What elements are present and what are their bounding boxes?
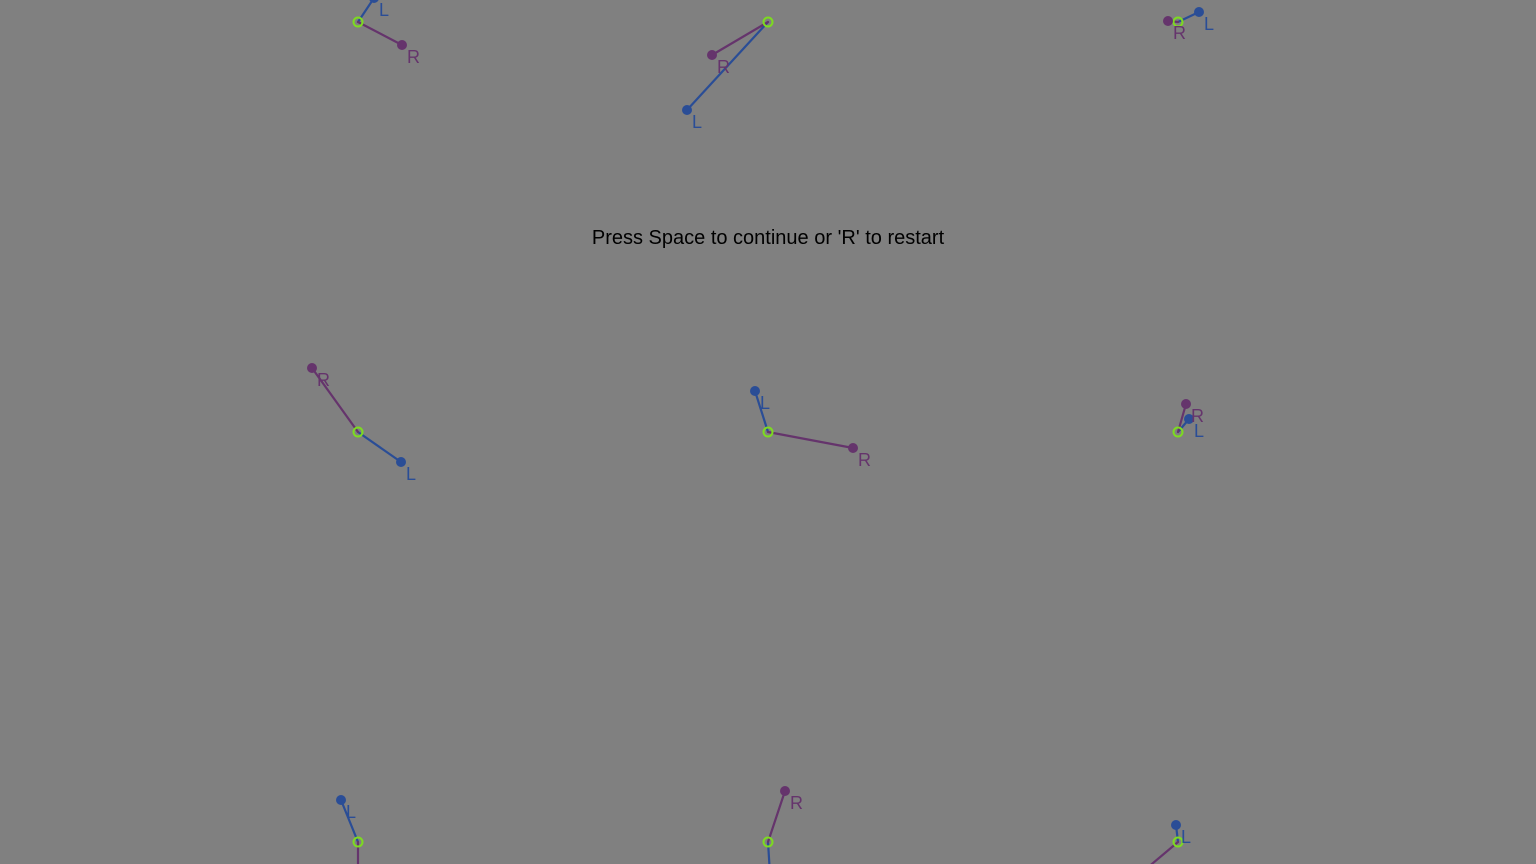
stick-figure-scene: LRLRLRLRLRLRLRLRLR	[307, 0, 1214, 864]
right-endpoint-marker	[397, 40, 407, 50]
right-endpoint-label: R	[790, 793, 803, 813]
right-endpoint-marker	[1163, 16, 1173, 26]
left-endpoint-marker	[1171, 820, 1181, 830]
right-endpoint-label: R	[858, 450, 871, 470]
figure-middle-left: LR	[307, 363, 416, 484]
figure-top-right: LR	[1163, 7, 1214, 43]
figure-middle-middle: LR	[750, 386, 871, 470]
left-endpoint-label: L	[1204, 14, 1214, 34]
figure-middle-right: LR	[1172, 399, 1204, 441]
figure-bottom-middle: LR	[762, 786, 803, 864]
right-endpoint-label: R	[1191, 406, 1204, 426]
right-arm-line	[766, 430, 855, 450]
right-arm-line	[766, 789, 787, 844]
game-canvas: LRLRLRLRLRLRLRLRLR Press Space to contin…	[0, 0, 1536, 864]
left-endpoint-label: L	[692, 112, 702, 132]
right-endpoint-label: R	[407, 47, 420, 67]
right-arm-line	[710, 20, 770, 57]
figure-bottom-right: LR	[1150, 820, 1191, 864]
right-endpoint-marker	[780, 786, 790, 796]
figure-top-middle: LR	[682, 16, 774, 132]
right-arm-line	[356, 20, 404, 47]
left-endpoint-label: L	[379, 0, 389, 20]
left-endpoint-label: L	[406, 464, 416, 484]
left-endpoint-marker	[750, 386, 760, 396]
figure-bottom-left: LR	[336, 795, 364, 864]
left-endpoint-label: L	[760, 393, 770, 413]
right-arm-line	[1150, 840, 1180, 864]
right-endpoint-marker	[1181, 399, 1191, 409]
left-endpoint-marker	[682, 105, 692, 115]
right-endpoint-marker	[848, 443, 858, 453]
figure-top-left: LR	[352, 0, 420, 67]
left-endpoint-marker	[336, 795, 346, 805]
right-endpoint-label: R	[1173, 23, 1186, 43]
right-endpoint-label: R	[717, 57, 730, 77]
right-endpoint-marker	[307, 363, 317, 373]
left-endpoint-marker	[1194, 7, 1204, 17]
continue-restart-prompt: Press Space to continue or 'R' to restar…	[591, 227, 945, 249]
right-endpoint-label: R	[317, 370, 330, 390]
left-arm-line	[356, 430, 403, 464]
right-endpoint-marker	[707, 50, 717, 60]
left-endpoint-label: L	[1181, 827, 1191, 847]
left-endpoint-marker	[396, 457, 406, 467]
left-endpoint-label: L	[346, 802, 356, 822]
